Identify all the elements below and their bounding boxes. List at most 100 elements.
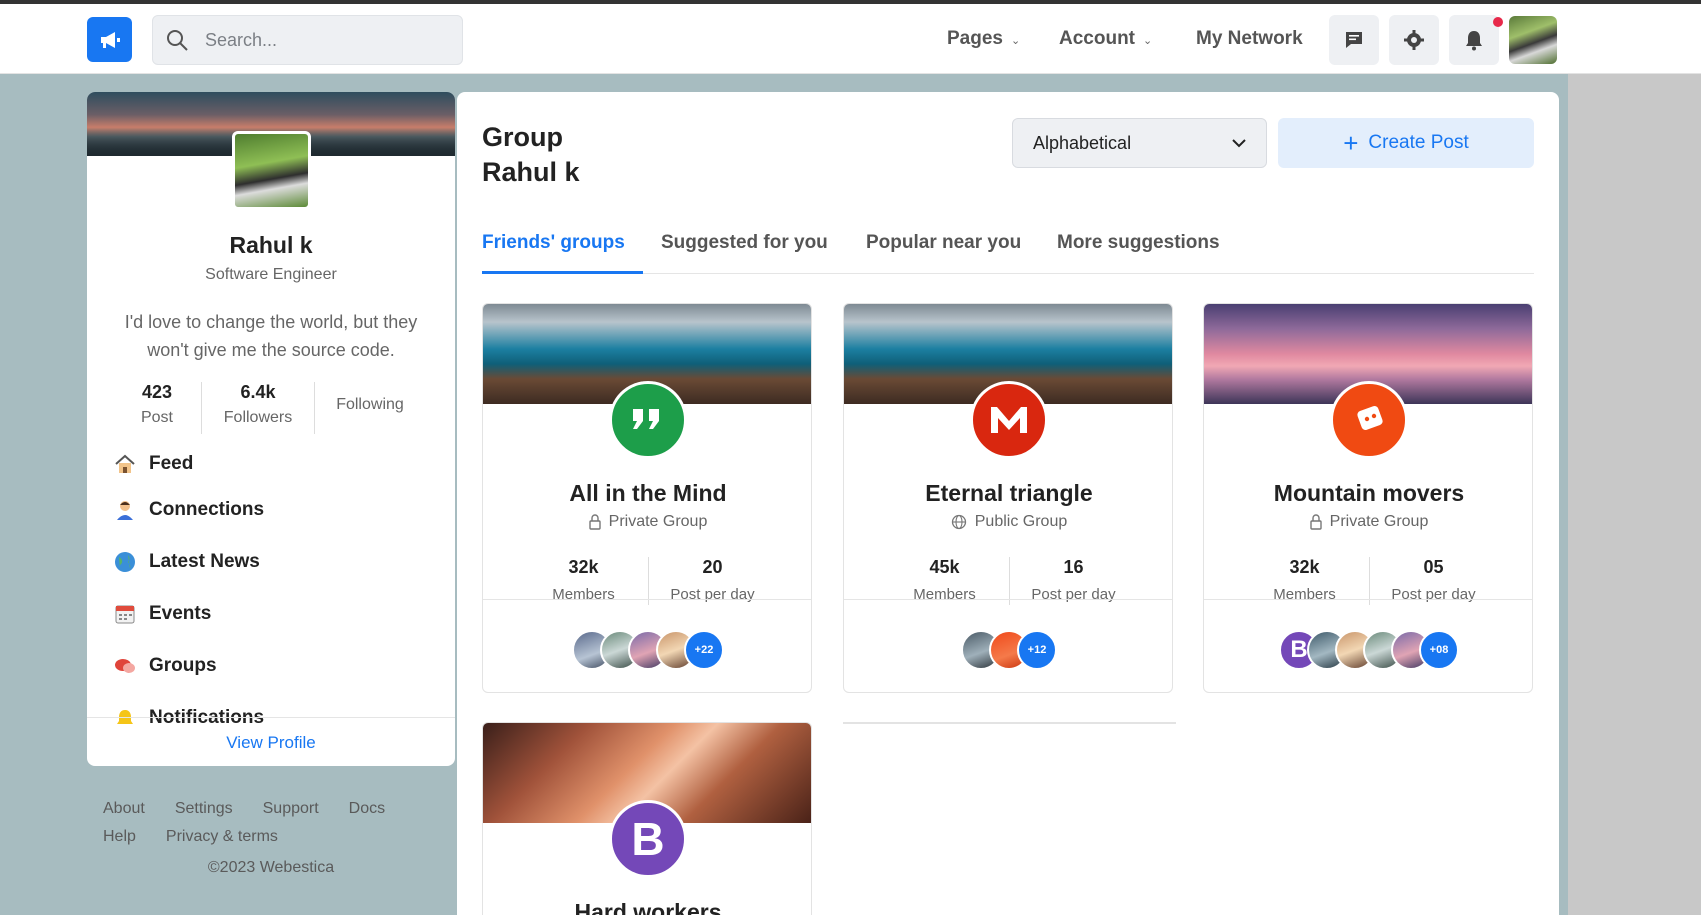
- group-privacy-label: Public Group: [974, 513, 1068, 530]
- page-title: Group Rahul k: [482, 120, 580, 190]
- nav-account-label: Account: [1059, 28, 1135, 49]
- card-divider: [1204, 599, 1532, 600]
- footer-link-help[interactable]: Help: [103, 828, 136, 856]
- footer-link-about[interactable]: About: [103, 800, 145, 828]
- group-posts-value: 20: [702, 557, 723, 577]
- footer-link-support[interactable]: Support: [263, 800, 319, 828]
- group-privacy: Public Group: [844, 513, 1172, 531]
- stat-value: 423: [141, 382, 173, 402]
- stat-posts: 423 Post: [113, 382, 201, 434]
- top-navbar: Pages ⌄ Account ⌄ My Network: [0, 4, 1701, 74]
- tab-friends-groups[interactable]: Friends' groups: [482, 218, 643, 274]
- group-card[interactable]: Mountain movers Private Group 32k Member…: [1203, 303, 1533, 693]
- footer-link-privacy[interactable]: Privacy & terms: [166, 828, 278, 856]
- profile-menu: Feed Connections Latest News Events Grou…: [113, 444, 433, 726]
- group-tabs: Friends' groups Suggested for you Popula…: [482, 218, 1534, 274]
- card-divider: [844, 599, 1172, 600]
- group-card[interactable]: B Hard workers: [482, 722, 812, 915]
- megaphone-logo-icon[interactable]: [87, 17, 132, 62]
- globe-icon: [951, 514, 966, 530]
- lock-icon: [1309, 514, 1322, 530]
- plus-icon: +: [1343, 128, 1359, 158]
- stat-divider: [1008, 557, 1010, 605]
- profile-name: Rahul k: [229, 232, 313, 258]
- footer-link-settings[interactable]: Settings: [175, 800, 233, 828]
- bell-icon: [1466, 31, 1482, 51]
- nav-pages-dropdown[interactable]: Pages ⌄: [947, 28, 1020, 50]
- menu-item-feed[interactable]: Feed: [113, 444, 433, 484]
- group-name[interactable]: Eternal triangle: [844, 480, 1172, 507]
- menu-item-latest-news[interactable]: Latest News: [113, 536, 433, 588]
- menu-item-label: Latest News: [149, 551, 260, 572]
- mega-m-icon: [970, 381, 1048, 459]
- page-title-line1: Group: [482, 122, 563, 152]
- nav-account-dropdown[interactable]: Account ⌄: [1059, 28, 1152, 50]
- group-posts-stat: 05 Post per day: [1384, 557, 1484, 603]
- stat-divider: [647, 557, 649, 605]
- stat-value: 6.4k: [240, 382, 276, 402]
- menu-item-groups[interactable]: Groups: [113, 640, 433, 692]
- create-post-button[interactable]: + Create Post: [1278, 118, 1534, 168]
- notifications-button[interactable]: [1449, 15, 1499, 65]
- stat-divider: [1368, 557, 1370, 605]
- group-privacy-label: Private Group: [608, 513, 708, 530]
- user-avatar[interactable]: [1509, 16, 1557, 64]
- globe-icon: [113, 550, 137, 574]
- calendar-icon: [113, 602, 137, 626]
- group-name[interactable]: Mountain movers: [1204, 480, 1532, 507]
- chevron-down-icon: [1232, 138, 1246, 147]
- copyright: ©2023 Webestica: [207, 859, 335, 876]
- more-members-badge[interactable]: +22: [684, 630, 724, 670]
- settings-button[interactable]: [1389, 15, 1439, 65]
- group-posts-label: Post per day: [670, 586, 755, 603]
- loading-placeholder-line: [843, 722, 1176, 724]
- chevron-down-icon: ⌄: [1010, 34, 1021, 47]
- footer-link-docs[interactable]: Docs: [349, 800, 385, 828]
- view-profile-link[interactable]: View Profile: [87, 717, 455, 766]
- group-privacy: Private Group: [483, 513, 811, 531]
- gear-icon: [1404, 30, 1424, 50]
- create-post-label: Create Post: [1368, 132, 1469, 153]
- group-members-value: 32k: [1289, 557, 1320, 577]
- more-members-badge[interactable]: +12: [1017, 630, 1057, 670]
- nav-my-network[interactable]: My Network: [1196, 28, 1303, 50]
- chat-icon: [1346, 32, 1362, 48]
- profile-avatar[interactable]: [232, 131, 311, 210]
- group-members-label: Members: [913, 586, 976, 603]
- speech-bubbles-icon: [113, 654, 137, 678]
- menu-item-label: Groups: [149, 655, 217, 676]
- group-members-value: 32k: [568, 557, 599, 577]
- stat-following: Following: [315, 382, 425, 434]
- right-background-strip: [1568, 74, 1701, 915]
- group-members-value: 45k: [929, 557, 960, 577]
- menu-item-connections[interactable]: Connections: [113, 484, 433, 536]
- group-stats: 32k Members 20 Post per day: [483, 557, 811, 605]
- notification-badge: [1493, 17, 1503, 27]
- chat-bot-icon: [1330, 381, 1408, 459]
- stat-label: Post: [140, 409, 173, 426]
- more-members-badge[interactable]: +08: [1419, 630, 1459, 670]
- group-name[interactable]: All in the Mind: [483, 480, 811, 507]
- nav-pages-label: Pages: [947, 28, 1003, 49]
- sort-select[interactable]: Alphabetical: [1012, 118, 1267, 168]
- group-posts-stat: 16 Post per day: [1024, 557, 1124, 603]
- tab-popular-near-you[interactable]: Popular near you: [866, 218, 1021, 274]
- member-avatars: B +08: [1204, 630, 1532, 674]
- nav-my-network-label: My Network: [1196, 28, 1303, 49]
- search-box[interactable]: [152, 15, 463, 65]
- group-card[interactable]: Eternal triangle Public Group 45k Member…: [843, 303, 1173, 693]
- tab-more-suggestions[interactable]: More suggestions: [1057, 218, 1220, 274]
- home-icon: [113, 452, 137, 476]
- member-avatars: +22: [483, 630, 811, 674]
- group-card[interactable]: All in the Mind Private Group 32k Member…: [482, 303, 812, 693]
- search-input[interactable]: [205, 29, 445, 51]
- member-avatars: +12: [844, 630, 1172, 674]
- profile-stats: 423 Post 6.4k Followers Following: [113, 382, 433, 434]
- messages-button[interactable]: [1329, 15, 1379, 65]
- group-posts-value: 16: [1063, 557, 1084, 577]
- group-name[interactable]: Hard workers: [483, 899, 811, 915]
- profile-role: Software Engineer: [205, 266, 337, 283]
- tab-suggested-for-you[interactable]: Suggested for you: [661, 218, 828, 274]
- lock-icon: [588, 514, 601, 530]
- menu-item-events[interactable]: Events: [113, 588, 433, 640]
